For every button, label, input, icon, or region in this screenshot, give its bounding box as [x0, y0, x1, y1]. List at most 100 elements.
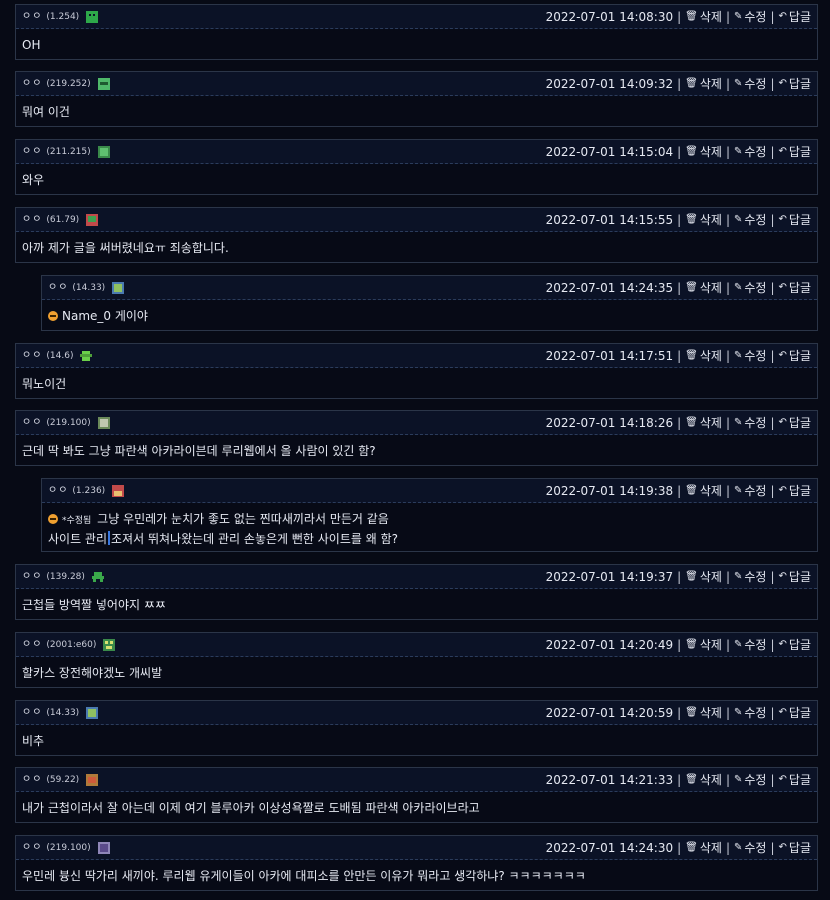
nickname[interactable]: ㅇㅇ — [22, 73, 42, 95]
comment-timestamp: 2022-07-01 14:19:37 — [545, 569, 674, 584]
comment-text: Name_0 게이야 — [62, 309, 148, 323]
reply-button[interactable]: ↶ 답글 — [779, 480, 811, 502]
mention-icon — [48, 514, 58, 524]
comment-meta: 2022-07-01 14:21:33 | 🗑 삭제 | ✎ 수정 | ↶ 답글 — [546, 769, 811, 791]
edit-button[interactable]: ✎ 수정 — [734, 277, 766, 299]
edit-button[interactable]: ✎ 수정 — [734, 209, 766, 231]
comment-header: ㅇㅇ (14.6) 2022-07-01 14:17:51 | 🗑 삭제 | ✎ 수… — [16, 344, 817, 368]
nickname[interactable]: ㅇㅇ — [22, 837, 42, 859]
reply-icon: ↶ — [778, 706, 787, 718]
comment-text: 비추 — [22, 734, 45, 748]
edit-button[interactable]: ✎ 수정 — [734, 566, 766, 588]
comment: ㅇㅇ (61.79) 2022-07-01 14:15:55 | 🗑 삭제 | ✎… — [15, 207, 818, 263]
comment-text: 할카스 장전해야겠노 개씨발 — [22, 666, 163, 680]
comment-author: ㅇㅇ (219.100) — [22, 412, 110, 434]
reply-button[interactable]: ↶ 답글 — [779, 345, 811, 367]
delete-button[interactable]: 🗑 삭제 — [685, 277, 722, 299]
reply-button[interactable]: ↶ 답글 — [779, 209, 811, 231]
reply-button[interactable]: ↶ 답글 — [779, 6, 811, 28]
edit-icon: ✎ — [733, 706, 743, 718]
delete-button[interactable]: 🗑 삭제 — [685, 6, 722, 28]
comment-text: 뭐노이건 — [22, 377, 67, 391]
comment-meta: 2022-07-01 14:19:37 | 🗑 삭제 | ✎ 수정 | ↶ 답글 — [546, 566, 811, 588]
delete-button[interactable]: 🗑 삭제 — [685, 141, 722, 163]
comment-header: ㅇㅇ (59.22) 2022-07-01 14:21:33 | 🗑 삭제 | ✎… — [16, 768, 817, 792]
nickname[interactable]: ㅇㅇ — [22, 345, 42, 367]
edit-button[interactable]: ✎ 수정 — [734, 769, 766, 791]
comment-body: Name_0 게이야 — [42, 300, 817, 325]
comment-meta: 2022-07-01 14:24:35 | 🗑 삭제 | ✎ 수정 | ↶ 답글 — [546, 277, 811, 299]
delete-button[interactable]: 🗑 삭제 — [685, 837, 722, 859]
gallery-con-icon — [97, 416, 110, 429]
edit-button[interactable]: ✎ 수정 — [734, 412, 766, 434]
comment-meta: 2022-07-01 14:17:51 | 🗑 삭제 | ✎ 수정 | ↶ 답글 — [546, 345, 811, 367]
edit-icon: ✎ — [733, 773, 743, 785]
delete-button[interactable]: 🗑 삭제 — [685, 73, 722, 95]
comment-header: ㅇㅇ (219.252) 2022-07-01 14:09:32 | 🗑 삭제 |… — [16, 72, 817, 96]
nickname[interactable]: ㅇㅇ — [22, 141, 42, 163]
comment-author: ㅇㅇ (14.33) — [22, 702, 99, 724]
comment-text: 내가 근첩이라서 잘 아는데 이제 여기 블루아카 이상성욕짤로 도배됨 파란색… — [22, 801, 480, 815]
edit-button[interactable]: ✎ 수정 — [734, 73, 766, 95]
gallery-con-icon — [86, 706, 99, 719]
delete-button[interactable]: 🗑 삭제 — [685, 209, 722, 231]
reply-button[interactable]: ↶ 답글 — [779, 837, 811, 859]
reply-icon: ↶ — [778, 570, 787, 582]
delete-button[interactable]: 🗑 삭제 — [685, 769, 722, 791]
delete-button[interactable]: 🗑 삭제 — [685, 412, 722, 434]
delete-button[interactable]: 🗑 삭제 — [685, 702, 722, 724]
comment-text: 아까 제가 글을 써버렸네요ㅠ 죄송합니다. — [22, 241, 229, 255]
comment-timestamp: 2022-07-01 14:09:32 — [545, 76, 674, 91]
comment: ㅇㅇ (2001:e60) 2022-07-01 14:20:49 | 🗑 삭제 … — [15, 632, 818, 688]
reply-button[interactable]: ↶ 답글 — [779, 634, 811, 656]
comment-author: ㅇㅇ (219.252) — [22, 73, 110, 95]
comment-timestamp: 2022-07-01 14:15:04 — [545, 144, 674, 159]
edit-icon: ✎ — [733, 349, 743, 361]
edit-button[interactable]: ✎ 수정 — [734, 6, 766, 28]
reply-icon: ↶ — [778, 213, 787, 225]
reply-icon: ↶ — [778, 281, 787, 293]
edit-button[interactable]: ✎ 수정 — [734, 702, 766, 724]
reply-button[interactable]: ↶ 답글 — [779, 566, 811, 588]
delete-button[interactable]: 🗑 삭제 — [685, 345, 722, 367]
gallery-con-icon — [97, 841, 110, 854]
edit-icon: ✎ — [733, 484, 743, 496]
comment-header: ㅇㅇ (61.79) 2022-07-01 14:15:55 | 🗑 삭제 | ✎… — [16, 208, 817, 232]
delete-button[interactable]: 🗑 삭제 — [685, 634, 722, 656]
comment-author: ㅇㅇ (219.100) — [22, 837, 110, 859]
trash-icon: 🗑 — [685, 10, 698, 22]
edit-button[interactable]: ✎ 수정 — [734, 345, 766, 367]
comment-text: 근첩들 방역짤 넣어야지 ㅉㅉ — [22, 598, 166, 612]
nickname[interactable]: ㅇㅇ — [48, 480, 68, 502]
nickname[interactable]: ㅇㅇ — [22, 634, 42, 656]
reply-button[interactable]: ↶ 답글 — [779, 141, 811, 163]
edit-button[interactable]: ✎ 수정 — [734, 141, 766, 163]
edit-button[interactable]: ✎ 수정 — [734, 837, 766, 859]
reply-icon: ↶ — [778, 416, 787, 428]
nickname[interactable]: ㅇㅇ — [22, 769, 42, 791]
gallery-con-icon — [112, 484, 125, 497]
reply-button[interactable]: ↶ 답글 — [779, 769, 811, 791]
edit-button[interactable]: ✎ 수정 — [734, 634, 766, 656]
ip-address: (2001:e60) — [46, 639, 97, 650]
nickname[interactable]: ㅇㅇ — [22, 209, 42, 231]
nickname[interactable]: ㅇㅇ — [22, 412, 42, 434]
edit-button[interactable]: ✎ 수정 — [734, 480, 766, 502]
nickname[interactable]: ㅇㅇ — [48, 277, 68, 299]
nickname[interactable]: ㅇㅇ — [22, 6, 42, 28]
edit-icon: ✎ — [733, 213, 743, 225]
comment-text: 조져서 뛰쳐나왔는데 관리 손놓은게 뻔한 사이트를 왜 함? — [111, 532, 399, 546]
delete-button[interactable]: 🗑 삭제 — [685, 566, 722, 588]
nickname[interactable]: ㅇㅇ — [22, 702, 42, 724]
reply-button[interactable]: ↶ 답글 — [779, 277, 811, 299]
trash-icon: 🗑 — [685, 281, 698, 293]
reply-button[interactable]: ↶ 답글 — [779, 73, 811, 95]
reply-button[interactable]: ↶ 답글 — [779, 702, 811, 724]
nickname[interactable]: ㅇㅇ — [22, 566, 42, 588]
comment-header: ㅇㅇ (1.236) 2022-07-01 14:19:38 | 🗑 삭제 | ✎… — [42, 479, 817, 503]
trash-icon: 🗑 — [685, 841, 698, 853]
reply-icon: ↶ — [778, 484, 787, 496]
ip-address: (14.33) — [46, 707, 80, 718]
delete-button[interactable]: 🗑 삭제 — [685, 480, 722, 502]
reply-button[interactable]: ↶ 답글 — [779, 412, 811, 434]
